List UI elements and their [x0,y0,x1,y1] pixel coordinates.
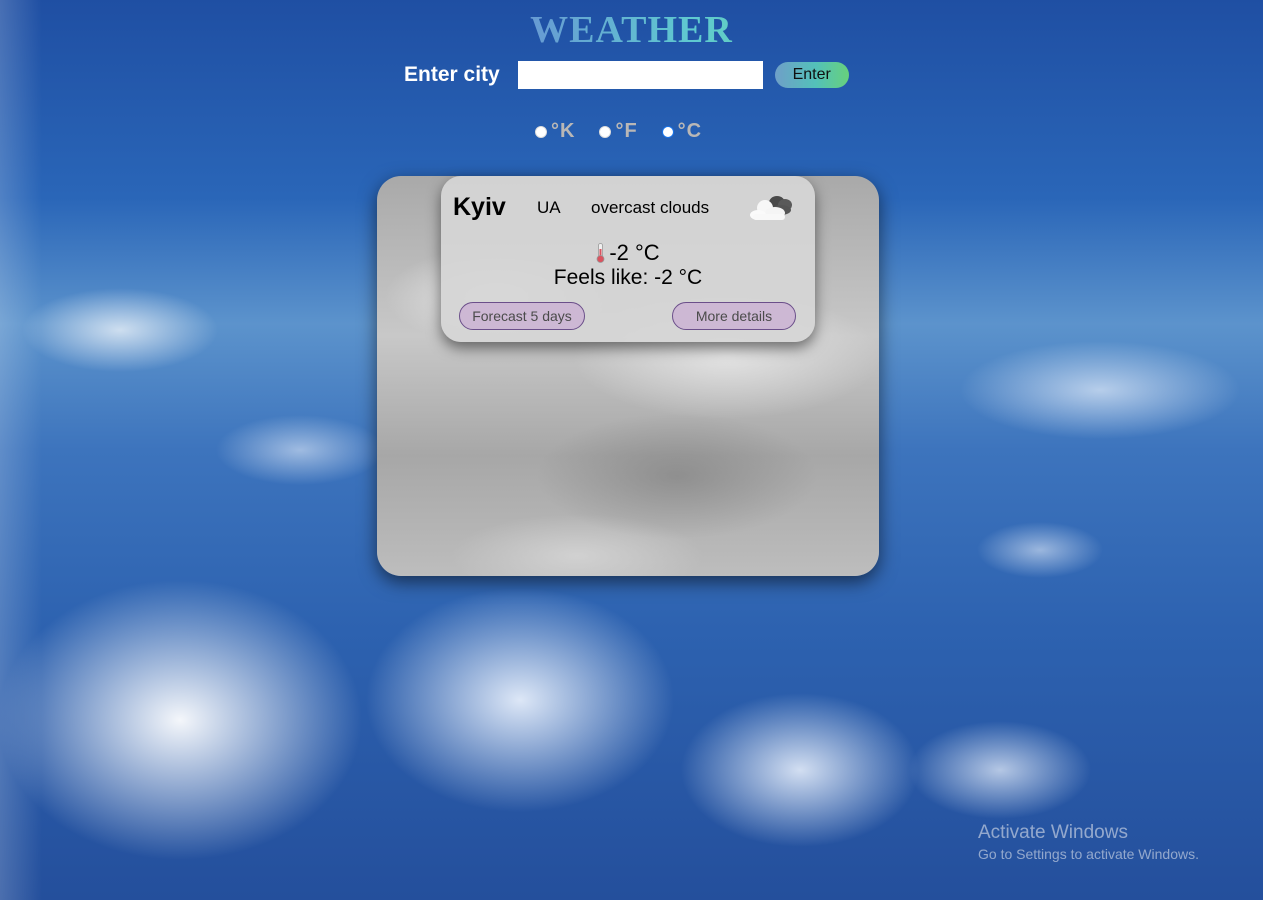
country-code: UA [537,198,561,217]
celsius-label[interactable]: °C [678,120,702,143]
city-label: Enter city [404,63,500,86]
city-name: Kyiv [453,193,506,221]
watermark-subtitle: Go to Settings to activate Windows. [978,846,1199,862]
feels-like: Feels like: -2 °C [553,266,703,289]
unit-option-kelvin[interactable]: °K [535,120,575,143]
thermometer-icon [596,243,605,263]
temperature-row: -2 °C [441,240,815,266]
temperature-value: -2 °C [609,240,660,265]
fahrenheit-radio[interactable] [599,125,612,138]
search-row: Enter city Enter [404,60,849,90]
watermark-title: Activate Windows [978,822,1128,843]
forecast-button[interactable]: Forecast 5 days [459,302,585,330]
kelvin-label[interactable]: °K [551,120,575,143]
fahrenheit-label[interactable]: °F [615,120,637,143]
celsius-radio[interactable] [661,125,674,138]
cloud-icon [750,196,792,220]
enter-button[interactable]: Enter [774,62,849,88]
unit-option-celsius[interactable]: °C [661,120,702,143]
unit-selector: °K °F °C [535,120,702,143]
activate-windows-watermark: Activate Windows Go to Settings to activ… [978,822,1199,862]
weather-card: Kyiv UA overcast clouds -2 °C Feels like… [441,176,815,342]
city-input[interactable] [517,61,763,89]
kelvin-radio[interactable] [535,125,547,138]
weather-description: overcast clouds [591,198,710,217]
app-title: WEATHER [0,8,1263,52]
unit-option-fahrenheit[interactable]: °F [599,120,637,143]
more-details-button[interactable]: More details [672,302,796,330]
background-edge-fade [0,0,42,900]
